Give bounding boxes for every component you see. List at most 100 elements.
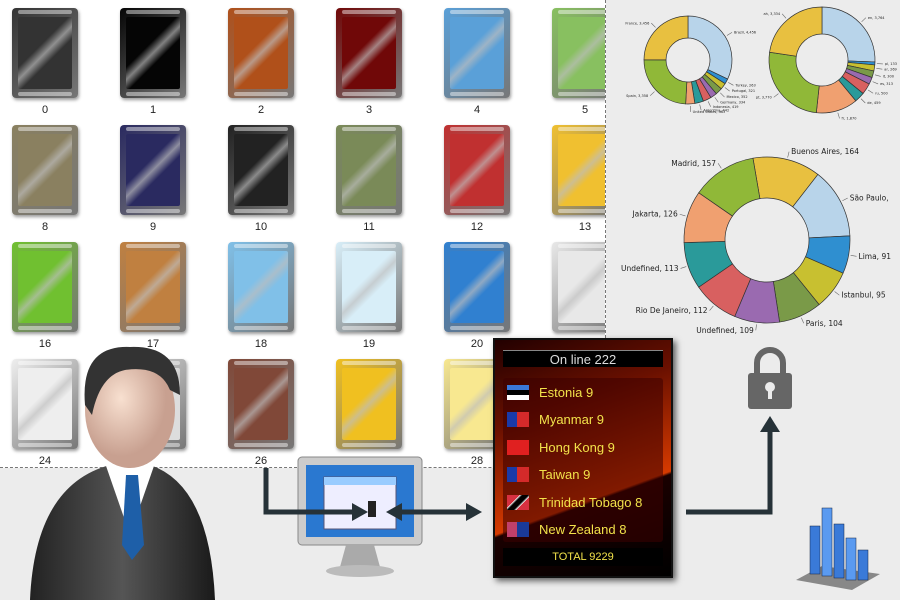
leader-line	[717, 163, 722, 169]
slice-label: ar, 269	[884, 67, 897, 71]
charts-panel: Brazil, 4,456 Turkey, 263 Portugal, 321 Mex…	[606, 0, 900, 340]
skin-tile-label: 10	[254, 221, 268, 233]
leader-line	[680, 266, 687, 269]
leader-line	[787, 151, 790, 158]
skin-tile-label: 26	[254, 455, 268, 467]
skin-tile[interactable]	[228, 242, 294, 332]
skin-tile[interactable]	[12, 125, 78, 215]
skin-tile-label: 4	[473, 104, 481, 116]
slice-label: Turkey, 263	[734, 83, 755, 87]
slice-label: pl, 133	[885, 62, 897, 66]
leader-line	[876, 67, 883, 70]
slice-label: ah, 3,334	[764, 12, 781, 16]
skin-tile-label: 3	[365, 104, 373, 116]
slice-label: it, 300	[883, 75, 894, 79]
skin-tile[interactable]	[120, 8, 186, 98]
leader-line	[720, 92, 725, 98]
slice-label: Buenos Aires, 164	[791, 147, 859, 156]
slice-label: fr, 1,870	[842, 117, 857, 121]
slice-label: São Paulo,	[850, 193, 889, 202]
estonia-flag-icon	[507, 384, 529, 400]
leader-line	[755, 324, 757, 331]
leader-line	[872, 81, 879, 85]
country-name: Myanmar 9	[539, 412, 605, 427]
country-name: Estonia 9	[539, 384, 594, 400]
taiwan-flag-icon	[507, 412, 529, 427]
leader-line	[861, 17, 867, 23]
skin-tile-label: 19	[362, 338, 376, 350]
slice-label: United States, 463	[693, 110, 726, 114]
skin-tile-label: 18	[254, 338, 268, 350]
slice-label: Rio De Janeiro, 112	[636, 306, 708, 315]
skin-tile[interactable]	[552, 242, 605, 332]
newzealand-flag-icon	[507, 522, 529, 537]
slice-label: Undefined, 113	[621, 264, 679, 273]
skin-tile[interactable]	[552, 125, 605, 215]
skin-tile-label: 5	[581, 104, 589, 116]
skin-tile[interactable]	[228, 359, 294, 449]
country-list: Estonia 9 Myanmar 9 Hong Kong 9 Taiwan 9 Tri…	[503, 378, 663, 542]
slice-label: en, 3,764	[868, 16, 885, 20]
businessman-icon	[30, 346, 215, 600]
leader-line	[850, 254, 857, 257]
country-name: Hong Kong 9	[539, 439, 615, 455]
skin-tile[interactable]	[12, 242, 78, 332]
leader-line	[679, 213, 686, 217]
skin-tile[interactable]	[336, 359, 402, 449]
skin-tile-label: 2	[257, 104, 265, 116]
slice-label: Paris, 104	[806, 319, 843, 328]
skin-tile-label: 0	[41, 104, 49, 116]
donut-slice	[643, 15, 689, 61]
country-row: Hong Kong 9	[503, 433, 615, 461]
leader-line	[724, 87, 730, 92]
leader-line	[649, 91, 655, 96]
skin-tile[interactable]	[336, 242, 402, 332]
skin-tile[interactable]	[444, 242, 510, 332]
total-count: TOTAL 9229	[503, 548, 663, 566]
skin-tile[interactable]	[12, 8, 78, 98]
skin-tile[interactable]	[444, 125, 510, 215]
slice-label: Undefined, 109	[696, 326, 754, 335]
skin-tile-label: 8	[41, 221, 49, 233]
country-row: Estonia 9	[503, 378, 593, 406]
leader-line	[773, 93, 779, 98]
skin-tile[interactable]	[228, 8, 294, 98]
leader-line	[709, 305, 714, 311]
trinidad-flag-icon	[507, 494, 529, 510]
country-row: Myanmar 9	[503, 406, 604, 434]
skin-tile[interactable]	[228, 125, 294, 215]
leader-line	[867, 89, 874, 94]
leader-line	[707, 101, 711, 107]
leader-line	[714, 97, 719, 103]
slice-label: Jakarta, 126	[631, 210, 678, 219]
country-name: Taiwan 9	[539, 467, 591, 482]
leader-line	[801, 317, 805, 324]
slice-label: es, 313	[880, 82, 893, 86]
skin-tile[interactable]	[120, 242, 186, 332]
slice-label: Brazil, 4,456	[734, 30, 756, 34]
skin-tile[interactable]	[444, 8, 510, 98]
slice-label: Madrid, 157	[671, 159, 716, 168]
online-users-panel: On line 222 Estonia 9 Myanmar 9 Hong Kong …	[493, 338, 673, 578]
leader-line	[651, 22, 656, 28]
skin-tile[interactable]	[552, 8, 605, 98]
skin-tile-label: 9	[149, 221, 157, 233]
skin-tile-label: 13	[578, 221, 592, 233]
leader-line	[837, 112, 840, 119]
leader-line	[726, 32, 733, 36]
taiwan-flag-icon	[507, 467, 529, 482]
skin-tile[interactable]	[120, 125, 186, 215]
online-count: On line 222	[503, 350, 663, 367]
skin-tile[interactable]	[336, 125, 402, 215]
leader-line	[781, 13, 787, 19]
country-row: New Zealand 8	[503, 516, 626, 544]
skin-tile[interactable]	[336, 8, 402, 98]
leader-line	[874, 74, 881, 77]
leader-line	[728, 82, 734, 86]
donut-slice	[768, 51, 820, 114]
country-row: Trinidad Tobago 8	[503, 488, 642, 516]
monitor-icon	[297, 456, 423, 577]
slice-label: France, 3,456	[625, 21, 649, 25]
slice-label: Mexico, 352	[726, 95, 747, 99]
slice-label: Spain, 3,358	[626, 94, 648, 98]
